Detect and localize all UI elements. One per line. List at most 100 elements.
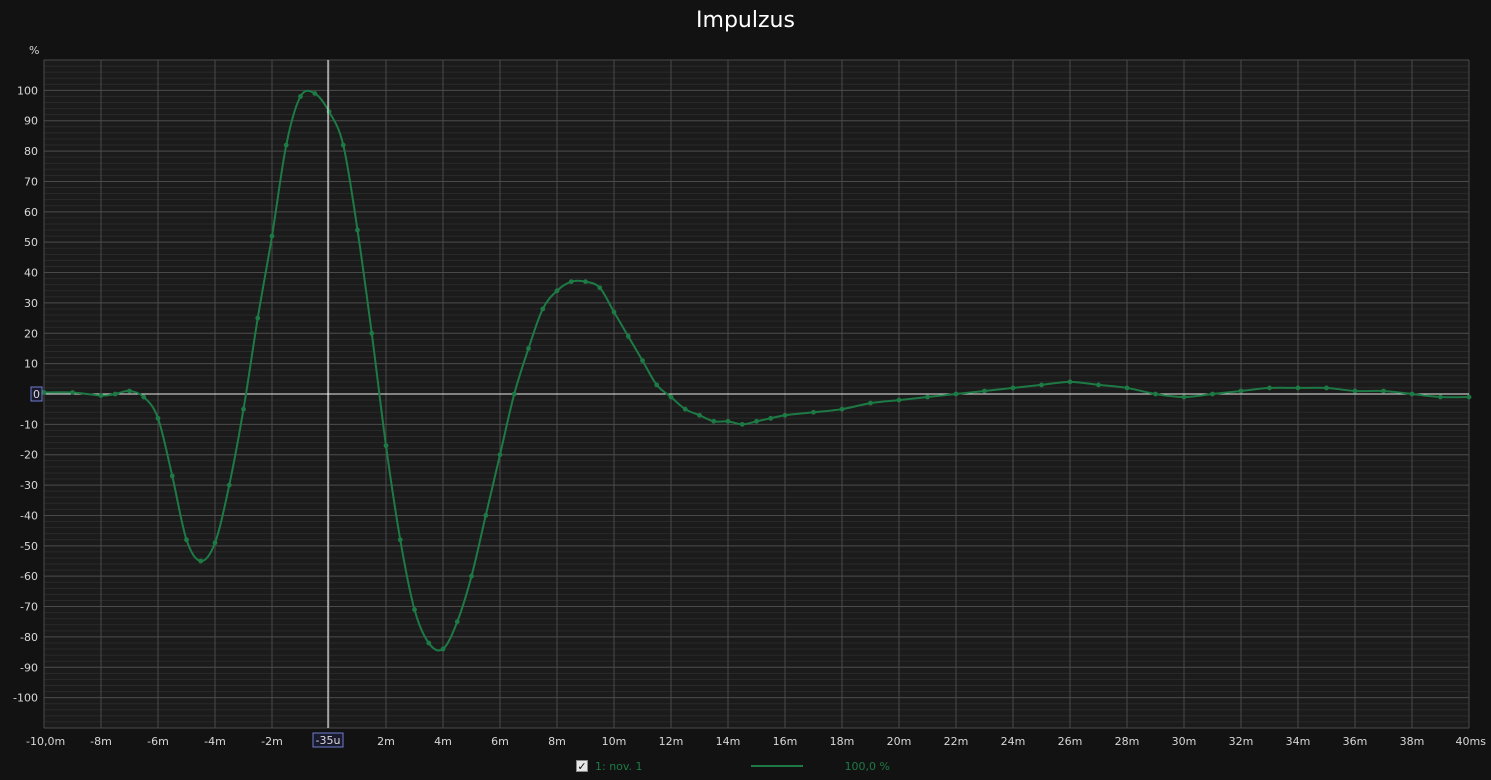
data-point	[1381, 388, 1386, 394]
y-tick-label: 100	[17, 84, 38, 97]
data-point	[1010, 385, 1016, 391]
data-point	[1295, 385, 1301, 391]
y-tick-label: 60	[24, 206, 38, 219]
x-tick-label: 18m	[830, 735, 855, 748]
y-tick-label: -20	[20, 449, 38, 462]
data-point	[454, 619, 460, 625]
data-point	[70, 390, 75, 395]
x-tick-label: 38m	[1400, 735, 1425, 748]
data-point	[1409, 391, 1415, 397]
data-point	[298, 94, 303, 99]
cursor-y-label: 0	[33, 388, 40, 401]
data-point	[839, 406, 845, 412]
data-point	[953, 391, 959, 397]
x-tick-label: 2m	[377, 735, 395, 748]
data-point	[583, 279, 588, 285]
data-point	[1124, 385, 1130, 391]
data-point	[412, 607, 417, 612]
y-tick-label: 40	[24, 267, 38, 280]
data-point	[112, 391, 118, 397]
data-point	[127, 388, 132, 394]
y-tick-label: 10	[24, 358, 38, 371]
data-point	[1067, 379, 1073, 385]
x-tick-label: 28m	[1115, 735, 1140, 748]
x-tick-label: 22m	[944, 735, 969, 748]
data-point	[269, 233, 275, 239]
x-tick-label: 34m	[1286, 735, 1311, 748]
data-point	[369, 330, 375, 336]
legend-series-name: 1: nov. 1	[595, 759, 643, 773]
data-point	[1324, 385, 1329, 391]
x-tick-label: 6m	[491, 735, 509, 748]
data-point	[1096, 382, 1101, 388]
data-point	[654, 382, 660, 388]
data-point	[768, 415, 774, 421]
x-axis-ticks: -10,0m -8m -6m -4m -2m 2m 4m 6m 8m 10m 12m 14m 16m 18…	[26, 735, 1486, 748]
data-point	[312, 91, 318, 96]
impulse-chart[interactable]: 100 90 80 70 60 50 40 30 20 10 -10 -20 -30 -40 -50 -60 -…	[0, 0, 1491, 780]
data-point	[483, 513, 489, 518]
y-tick-label: 30	[24, 297, 38, 310]
data-point	[697, 412, 702, 418]
y-tick-label: -100	[13, 692, 38, 705]
data-point	[1210, 391, 1215, 397]
data-point	[226, 482, 232, 488]
data-point	[754, 418, 759, 424]
y-tick-label: 80	[24, 145, 38, 158]
x-tick-label: 10m	[602, 735, 627, 748]
y-tick-label: -70	[20, 601, 38, 614]
data-point	[255, 315, 261, 321]
data-point	[568, 279, 574, 285]
series-visibility-checkbox[interactable]: ✓	[576, 760, 588, 773]
y-tick-label: -40	[20, 509, 38, 522]
data-point	[184, 537, 189, 543]
data-point	[1438, 394, 1443, 400]
x-tick-label: 24m	[1001, 735, 1026, 748]
x-tick-label: -10,0m	[26, 735, 65, 748]
data-point	[640, 358, 645, 363]
data-point	[397, 537, 403, 543]
data-point	[383, 443, 389, 449]
data-point	[1238, 388, 1244, 394]
data-point	[611, 309, 617, 315]
data-point	[554, 288, 560, 294]
x-tick-label: 32m	[1229, 735, 1254, 748]
x-tick-label: -6m	[147, 735, 169, 748]
data-point	[1267, 385, 1272, 391]
y-tick-label: 50	[24, 236, 38, 249]
data-point	[1466, 394, 1472, 400]
data-point	[169, 473, 175, 479]
data-point	[868, 400, 873, 406]
x-tick-label: 40ms	[1456, 735, 1487, 748]
y-axis-unit: %	[29, 44, 39, 57]
data-point	[811, 409, 816, 415]
x-tick-label: 36m	[1343, 735, 1368, 748]
y-tick-label: 20	[24, 327, 38, 340]
x-tick-label: 20m	[887, 735, 912, 748]
y-tick-label: 70	[24, 175, 38, 188]
data-point	[440, 646, 446, 652]
cursor-x-label: -35u	[316, 734, 341, 747]
data-point	[155, 415, 161, 421]
data-point	[141, 394, 147, 400]
x-tick-label: -2m	[261, 735, 283, 748]
data-point	[682, 406, 688, 412]
data-point	[925, 394, 930, 400]
data-point	[497, 452, 503, 458]
data-point	[326, 109, 332, 115]
x-tick-label: -4m	[204, 735, 226, 748]
data-point	[540, 306, 546, 312]
data-point	[198, 558, 204, 564]
data-point	[241, 406, 246, 412]
y-tick-label: -60	[20, 570, 38, 583]
y-tick-label: 90	[24, 115, 38, 128]
x-tick-label: 14m	[716, 735, 741, 748]
x-tick-label: 30m	[1172, 735, 1197, 748]
y-tick-label: -30	[20, 479, 38, 492]
data-point	[739, 421, 745, 427]
data-point	[896, 397, 902, 403]
data-point	[1181, 394, 1187, 400]
data-point	[725, 418, 731, 424]
legend: ✓ 1: nov. 1 100,0 %	[576, 757, 890, 775]
data-point	[469, 573, 474, 579]
